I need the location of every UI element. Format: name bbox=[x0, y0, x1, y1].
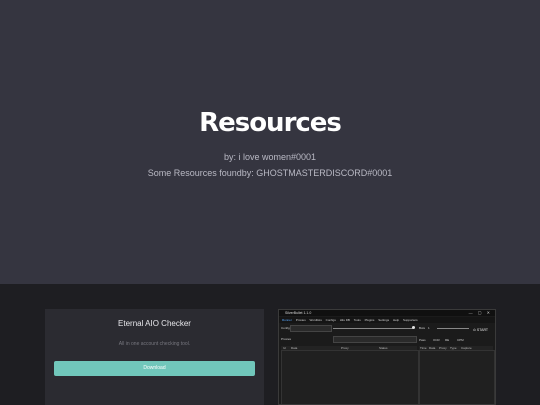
app-results-table bbox=[281, 350, 419, 404]
download-button[interactable]: Download bbox=[54, 361, 255, 376]
window-controls: — ▢ ✕ bbox=[468, 310, 492, 315]
app-nav-item: Tools bbox=[353, 318, 361, 322]
app-nav-item: Proxies bbox=[295, 318, 306, 322]
app-stat-label: CPM bbox=[457, 338, 464, 342]
card-description: All in one account checking tool. bbox=[118, 341, 191, 347]
app-slider-track bbox=[333, 328, 413, 329]
app-nav-item: Help bbox=[392, 318, 400, 322]
app-bots-value: 1 bbox=[428, 326, 430, 330]
app-window-title: SilverBullet 1.1.0 bbox=[285, 311, 312, 315]
app-nav-item: Hits DB bbox=[339, 318, 350, 322]
app-nav-item: Plugins bbox=[364, 318, 375, 322]
app-slider-knob bbox=[412, 326, 415, 329]
app-bots-slider bbox=[437, 328, 469, 329]
app-nav-item: Runner bbox=[282, 318, 292, 322]
app-nav-item: Supporters bbox=[402, 318, 418, 322]
app-stat-label: Pass bbox=[419, 338, 426, 342]
app-nav-item: Settings bbox=[378, 318, 390, 322]
app-titlebar: SilverBullet 1.1.0 — ▢ ✕ bbox=[279, 310, 495, 316]
app-start-label: START bbox=[476, 328, 489, 332]
app-screenshot: SilverBullet 1.1.0 — ▢ ✕ Runner Proxies … bbox=[278, 309, 496, 405]
app-start-button: ⊙ START bbox=[473, 328, 493, 338]
app-bots-label: Bots bbox=[419, 326, 426, 330]
app-proxy-label: Proxies bbox=[281, 337, 292, 341]
author-credit: by: i love women#0001 bbox=[223, 152, 317, 162]
app-nav-item: Configs bbox=[325, 318, 336, 322]
app-stat-label: RE bbox=[445, 338, 450, 342]
resource-card: Eternal AIO Checker All in one account c… bbox=[45, 309, 264, 405]
app-nav-item: Wordlists bbox=[309, 318, 322, 322]
app-proxy-field bbox=[333, 336, 417, 343]
app-hits-table bbox=[419, 350, 495, 404]
card-title: Eternal AIO Checker bbox=[118, 319, 191, 328]
app-stat-label: OCR bbox=[433, 338, 440, 342]
app-nav: Runner Proxies Wordlists Configs Hits DB… bbox=[279, 317, 495, 323]
play-icon: ⊙ bbox=[473, 328, 476, 332]
app-config-field bbox=[290, 325, 332, 332]
app-config-label: Config bbox=[281, 326, 290, 330]
found-by-credit: Some Resources foundby: GHOSTMASTERDISCO… bbox=[147, 168, 393, 178]
page-title: Resources bbox=[199, 108, 342, 138]
hero-section: Resources by: i love women#0001 Some Res… bbox=[0, 0, 540, 284]
app-stats: Pass OCR RE CPM bbox=[419, 338, 471, 344]
